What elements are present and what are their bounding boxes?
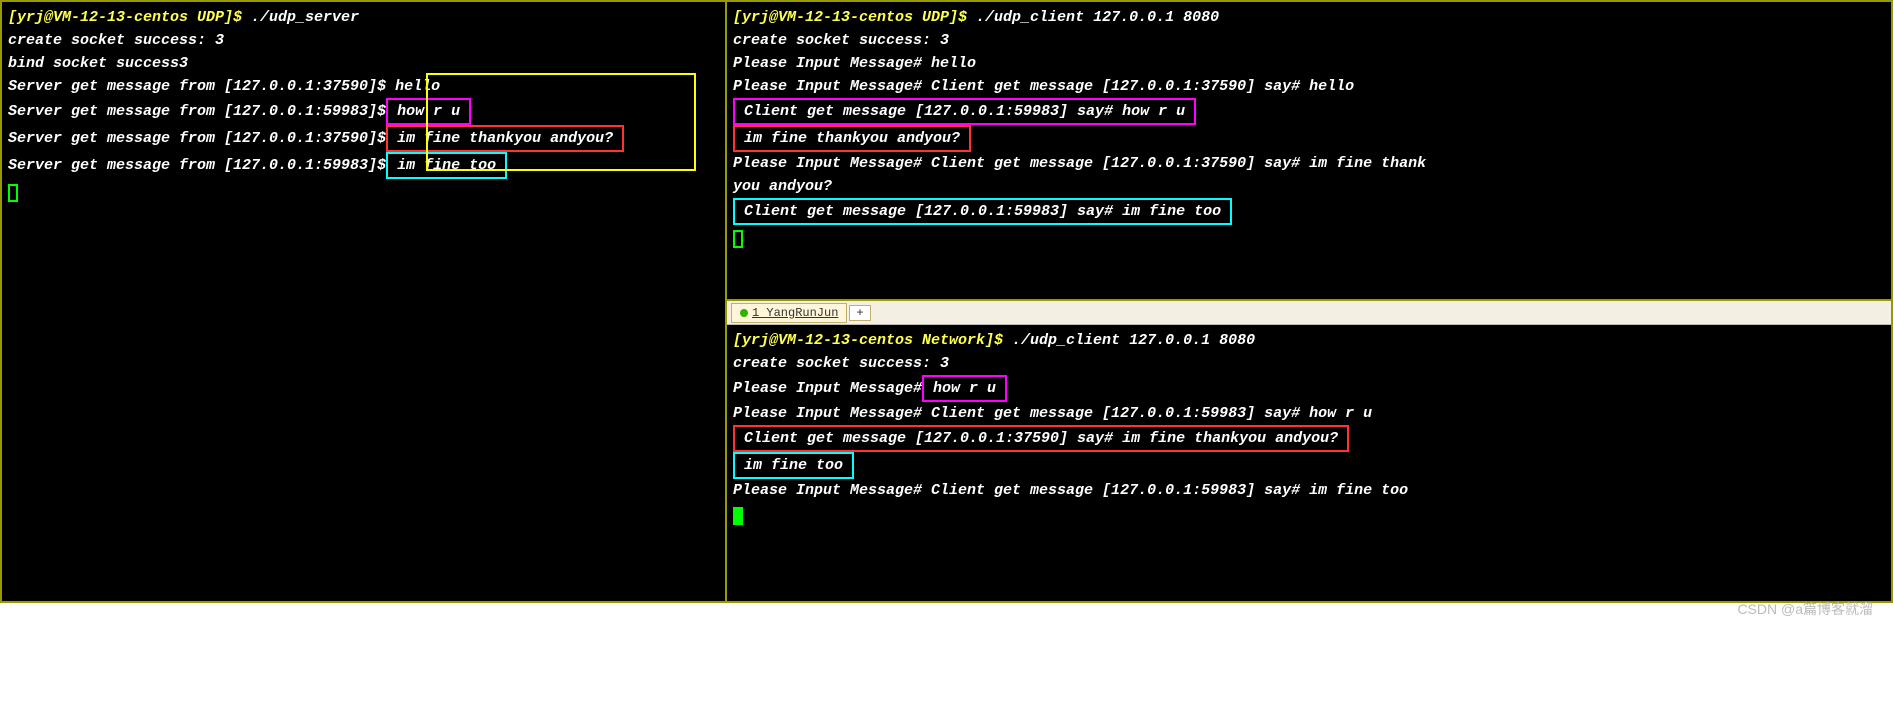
- command: ./udp_client 127.0.0.1 8080: [976, 9, 1219, 26]
- yellow-box: [426, 73, 696, 171]
- cursor-icon: [8, 184, 18, 202]
- output-line: Please Input Message# Client get message…: [733, 75, 1885, 98]
- cursor-icon: [733, 507, 743, 525]
- tab-bar: 1 YangRunJun +: [727, 301, 1891, 325]
- magenta-box: Client get message [127.0.0.1:59983] say…: [733, 98, 1196, 125]
- output-line: Client get message [127.0.0.1:59983] say…: [733, 198, 1885, 225]
- tab-add[interactable]: +: [849, 305, 870, 321]
- output-line: create socket success: 3: [733, 352, 1885, 375]
- command: ./udp_client 127.0.0.1 8080: [1012, 332, 1255, 349]
- prompt-line: [yrj@VM-12-13-centos UDP]$ ./udp_server: [8, 6, 719, 29]
- output-line: Please Input Message# how r u: [733, 375, 1885, 402]
- client-terminal-1[interactable]: [yrj@VM-12-13-centos UDP]$ ./udp_client …: [727, 2, 1891, 301]
- red-box: Client get message [127.0.0.1:37590] say…: [733, 425, 1349, 452]
- status-dot-icon: [740, 309, 748, 317]
- tab-session[interactable]: 1 YangRunJun: [731, 303, 847, 323]
- terminal-container: [yrj@VM-12-13-centos UDP]$ ./udp_server …: [0, 0, 1893, 603]
- output-line: create socket success: 3: [733, 29, 1885, 52]
- tab-label: 1 YangRunJun: [752, 306, 838, 320]
- output-line: create socket success: 3: [8, 29, 719, 52]
- prompt-line: [yrj@VM-12-13-centos UDP]$ ./udp_client …: [733, 6, 1885, 29]
- output-line: you andyou?: [733, 175, 1885, 198]
- command: ./udp_server: [251, 9, 359, 26]
- server-terminal[interactable]: [yrj@VM-12-13-centos UDP]$ ./udp_server …: [2, 2, 727, 601]
- cyan-box: im fine too: [733, 452, 854, 479]
- output-line: Please Input Message# hello: [733, 52, 1885, 75]
- output-line: im fine too: [733, 452, 1885, 479]
- output-line: Client get message [127.0.0.1:37590] say…: [733, 425, 1885, 452]
- magenta-box: how r u: [922, 375, 1007, 402]
- output-line: Please Input Message# Client get message…: [733, 479, 1885, 502]
- cyan-box: Client get message [127.0.0.1:59983] say…: [733, 198, 1232, 225]
- output-line: Please Input Message# Client get message…: [733, 152, 1885, 175]
- output-line: Please Input Message# Client get message…: [733, 402, 1885, 425]
- prompt-line: [yrj@VM-12-13-centos Network]$ ./udp_cli…: [733, 329, 1885, 352]
- watermark: CSDN @a篇博客就溜: [1737, 599, 1873, 619]
- output-line: im fine thankyou andyou?: [733, 125, 1885, 152]
- output-line: Client get message [127.0.0.1:59983] say…: [733, 98, 1885, 125]
- output-line: bind socket success3: [8, 52, 719, 75]
- plus-icon: +: [856, 306, 863, 320]
- client-terminal-2[interactable]: [yrj@VM-12-13-centos Network]$ ./udp_cli…: [727, 325, 1891, 601]
- prompt: [yrj@VM-12-13-centos UDP]$: [8, 9, 251, 26]
- cursor-icon: [733, 230, 743, 248]
- prompt: [yrj@VM-12-13-centos UDP]$: [733, 9, 976, 26]
- red-box: im fine thankyou andyou?: [733, 125, 971, 152]
- prompt: [yrj@VM-12-13-centos Network]$: [733, 332, 1012, 349]
